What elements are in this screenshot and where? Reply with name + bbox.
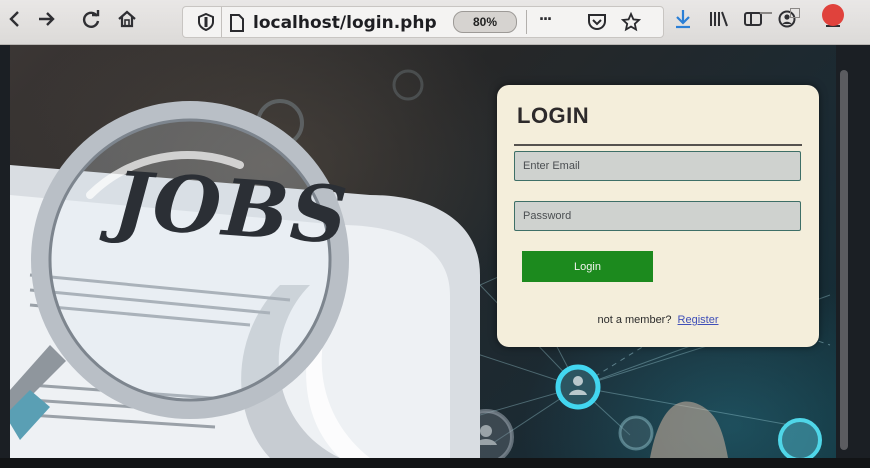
shield-icon[interactable] bbox=[197, 12, 215, 36]
minimize-icon[interactable] bbox=[760, 12, 772, 14]
url-separator bbox=[526, 10, 527, 34]
vertical-scrollbar[interactable] bbox=[840, 70, 848, 450]
reload-icon[interactable] bbox=[76, 6, 106, 32]
register-prompt: not a member? Register bbox=[497, 314, 819, 326]
screen-bottom-edge bbox=[0, 458, 870, 468]
password-field[interactable] bbox=[514, 201, 801, 231]
browser-toolbar: localhost/login.php 80% ··· bbox=[0, 0, 870, 45]
home-icon[interactable] bbox=[112, 6, 142, 32]
url-divider bbox=[221, 7, 222, 37]
pocket-icon[interactable] bbox=[587, 13, 607, 36]
login-title: LOGIN bbox=[517, 103, 590, 128]
zoom-level-badge[interactable]: 80% bbox=[453, 11, 517, 33]
email-field[interactable] bbox=[514, 151, 801, 181]
sidebar-icon[interactable] bbox=[738, 6, 768, 32]
back-icon[interactable] bbox=[0, 6, 30, 32]
page-icon bbox=[229, 14, 245, 37]
login-button[interactable]: Login bbox=[522, 251, 653, 282]
bookmark-star-icon[interactable] bbox=[620, 11, 642, 37]
download-icon[interactable] bbox=[668, 6, 698, 32]
jobs-headline: JOBS bbox=[111, 154, 352, 263]
forward-icon[interactable] bbox=[32, 6, 62, 32]
title-divider bbox=[514, 144, 802, 146]
page-viewport: JOBS LOGIN Login not a member? Register bbox=[10, 45, 836, 458]
close-window-icon[interactable] bbox=[822, 4, 844, 26]
login-card: LOGIN Login not a member? Register bbox=[497, 85, 819, 347]
member-text: not a member? bbox=[597, 314, 672, 326]
page-actions-menu[interactable]: ··· bbox=[539, 9, 553, 30]
library-icon[interactable] bbox=[704, 6, 734, 32]
url-text[interactable]: localhost/login.php bbox=[253, 13, 437, 33]
address-bar[interactable]: localhost/login.php 80% ··· bbox=[182, 6, 664, 38]
register-link[interactable]: Register bbox=[678, 314, 719, 326]
maximize-icon[interactable] bbox=[790, 8, 800, 18]
